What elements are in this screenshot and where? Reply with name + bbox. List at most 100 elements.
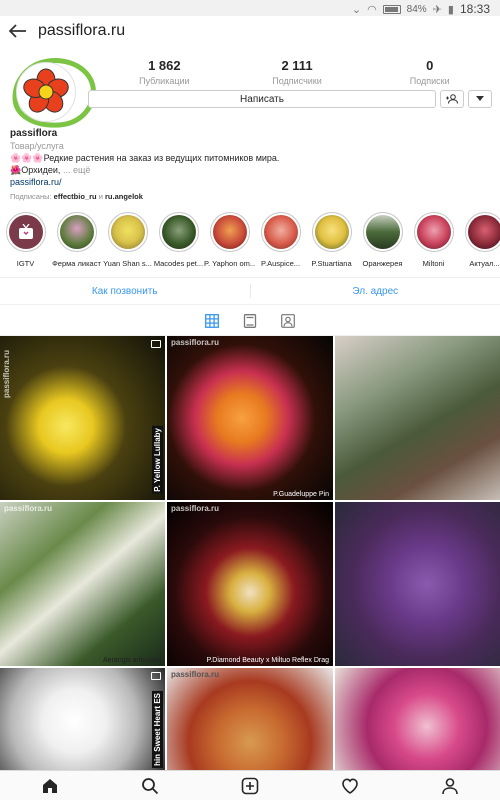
highlight-item[interactable]: IGTV xyxy=(0,212,51,270)
post-caption: Aerangis articulata xyxy=(103,657,161,664)
post-side-text: hin Sweet Heart ES xyxy=(152,691,163,768)
watermark: passiflora.ru xyxy=(171,504,220,513)
highlight-item[interactable]: P.Stuartiana xyxy=(306,212,357,270)
bottom-nav xyxy=(0,770,500,800)
home-icon xyxy=(43,778,57,793)
bio-text: 🌺Орхидеи, xyxy=(10,165,61,175)
profile-stats: 1 862 Публикации 2 111 Подписчики 0 Подп… xyxy=(98,58,496,86)
highlight-cover xyxy=(212,215,247,249)
wifi-icon: ◠ xyxy=(367,3,377,16)
highlight-label: Macodes pet... xyxy=(153,259,204,268)
nav-profile[interactable] xyxy=(438,774,462,798)
posts-grid: passiflora.ru P. Yellow Lullaby passiflo… xyxy=(0,336,500,770)
post-thumbnail[interactable]: passiflora.ru P. Yellow Lullaby xyxy=(0,336,165,500)
highlight-cover xyxy=(365,215,400,249)
post-thumbnail[interactable]: hin Sweet Heart ES xyxy=(0,668,165,770)
igtv-icon xyxy=(18,224,33,239)
top-bar: passiflora.ru xyxy=(0,16,500,46)
highlight-item[interactable]: P. Yaphon om... xyxy=(204,212,255,270)
watermark: passiflora.ru xyxy=(171,338,220,347)
post-thumbnail[interactable]: passiflora.ru P.Guadeluppe Pin xyxy=(167,336,333,500)
post-thumbnail[interactable] xyxy=(335,502,500,666)
highlight-cover xyxy=(263,215,298,249)
highlight-item[interactable]: Ферма ликаст xyxy=(51,212,102,270)
dropdown-button[interactable] xyxy=(468,90,492,108)
bio-line-1: 🌸🌸🌸Редкие растения на заказ из ведущих п… xyxy=(10,153,280,163)
battery-icon xyxy=(382,4,401,14)
follower-name-2: ru.angelok xyxy=(104,192,143,201)
back-button[interactable] xyxy=(0,16,36,46)
highlight-ring xyxy=(311,212,352,252)
post-thumbnail[interactable]: passiflora.ru P.Diamond Beauty x Miltuo … xyxy=(167,502,333,666)
nav-home[interactable] xyxy=(38,774,62,798)
tv-icon xyxy=(243,313,257,328)
profile-category[interactable]: Товар/услуга xyxy=(10,140,490,152)
page-title: passiflora.ru xyxy=(38,22,126,39)
highlight-label: P.Stuartiana xyxy=(311,259,352,268)
avatar xyxy=(16,62,76,122)
highlight-cover xyxy=(314,215,349,249)
highlight-item[interactable]: Macodes pet... xyxy=(153,212,204,270)
followed-by[interactable]: Подписаны: effectbio_ru и ru.angelok xyxy=(10,191,490,203)
chevron-down-icon xyxy=(476,96,484,101)
highlight-item[interactable]: Оранжерея xyxy=(357,212,408,270)
watermark: passiflora.ru xyxy=(4,504,53,513)
post-thumbnail[interactable] xyxy=(335,336,500,500)
highlight-item[interactable]: Miltoni xyxy=(408,212,459,270)
highlight-cover xyxy=(8,215,43,249)
post-thumbnail[interactable]: passiflora.ru Aerangis articulata xyxy=(0,502,165,666)
highlight-ring xyxy=(5,212,46,252)
highlight-ring xyxy=(362,212,403,252)
arrow-left-icon xyxy=(9,24,26,38)
highlight-ring xyxy=(56,212,97,252)
highlight-label: IGTV xyxy=(16,259,35,268)
add-user-icon xyxy=(446,94,458,104)
stat-label: Подписчики xyxy=(272,76,322,86)
post-thumbnail[interactable] xyxy=(335,668,500,770)
profile-buttons: Написать xyxy=(88,90,492,108)
chevron-icon: ⌄ xyxy=(351,3,362,16)
highlight-item[interactable]: P.Auspice... xyxy=(255,212,306,270)
more-link[interactable]: ... ещё xyxy=(63,165,90,175)
tab-igtv[interactable] xyxy=(241,312,259,330)
stat-followers[interactable]: 2 111 Подписчики xyxy=(231,58,364,86)
highlight-item[interactable]: Yuan Shan s... xyxy=(102,212,153,270)
highlight-cover xyxy=(59,215,94,249)
tagged-user-icon xyxy=(281,313,295,328)
profile-bio: passiflora Товар/услуга 🌸🌸🌸Редкие растен… xyxy=(10,128,490,203)
highlight-cover xyxy=(110,215,145,249)
message-button[interactable]: Написать xyxy=(88,90,436,108)
watermark: passiflora.ru xyxy=(171,670,220,679)
stat-value: 0 xyxy=(426,58,434,73)
nav-new-post[interactable] xyxy=(238,774,262,798)
nav-activity[interactable] xyxy=(338,774,362,798)
highlight-cover xyxy=(161,215,196,249)
highlight-label: Miltoni xyxy=(422,259,445,268)
battery-level: 84% xyxy=(406,3,427,15)
stat-value: 2 111 xyxy=(281,58,313,73)
call-button[interactable]: Как позвонить xyxy=(0,278,250,304)
search-icon xyxy=(142,777,159,794)
email-button[interactable]: Эл. адрес xyxy=(251,278,500,304)
add-friend-button[interactable] xyxy=(440,90,464,108)
watermark: passiflora.ru xyxy=(2,350,11,399)
website-link[interactable]: passiflora.ru/ xyxy=(10,176,490,188)
profile-tabs xyxy=(0,306,500,336)
post-thumbnail[interactable]: passiflora.ru xyxy=(167,668,333,770)
tab-tagged[interactable] xyxy=(279,312,297,330)
tab-grid[interactable] xyxy=(203,312,221,330)
profile-avatar[interactable] xyxy=(7,52,101,134)
highlight-cover xyxy=(467,215,500,249)
bio-line-2: 🌺Орхидеи, ... ещё xyxy=(10,164,490,176)
stat-posts[interactable]: 1 862 Публикации xyxy=(98,58,231,86)
video-icon xyxy=(151,672,161,680)
highlight-label: Оранжерея xyxy=(362,259,403,268)
highlight-label: P. Yaphon om... xyxy=(204,259,255,268)
highlight-item[interactable]: Актуал... xyxy=(459,212,500,270)
stat-label: Подписки xyxy=(409,76,450,86)
contact-actions: Как позвонить Эл. адрес xyxy=(0,277,500,305)
highlight-ring xyxy=(158,212,199,252)
stat-following[interactable]: 0 Подписки xyxy=(363,58,496,86)
nav-search[interactable] xyxy=(138,774,162,798)
highlight-label: P.Auspice... xyxy=(260,259,301,268)
